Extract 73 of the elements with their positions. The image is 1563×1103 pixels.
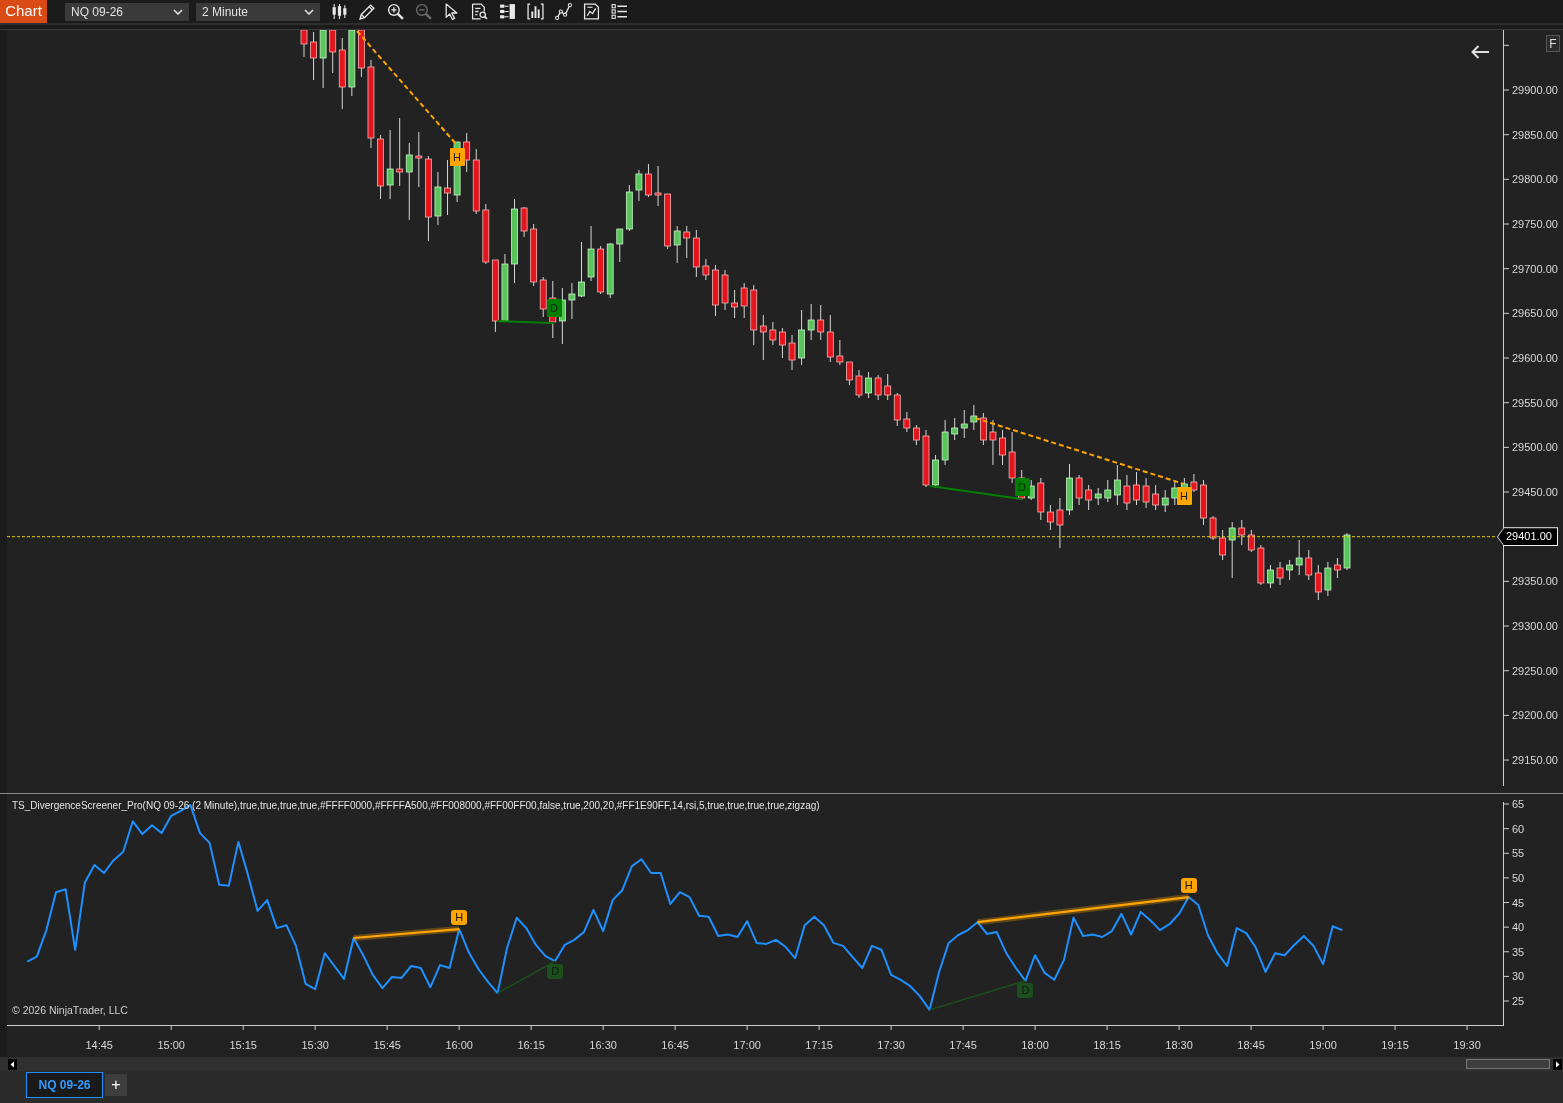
- time-label: 15:15: [229, 1038, 257, 1052]
- time-label: 17:30: [877, 1038, 905, 1052]
- scrollbar-track[interactable]: [0, 1057, 1563, 1071]
- indicator-axis-label: 35: [1512, 944, 1525, 959]
- price-label: 29900.00: [1512, 83, 1558, 97]
- bar-chart-icon[interactable]: [527, 3, 544, 20]
- zoom-in-icon[interactable]: [387, 3, 404, 20]
- indicator-axis-label: 65: [1512, 797, 1525, 811]
- time-label: 15:45: [373, 1038, 401, 1052]
- document-search-icon[interactable]: [471, 3, 488, 20]
- scale-toggle-button[interactable]: F: [1546, 35, 1560, 52]
- candlestick-icon[interactable]: [331, 3, 348, 20]
- scroll-right-icon[interactable]: [1553, 1058, 1562, 1070]
- time-label: 18:15: [1093, 1038, 1121, 1052]
- price-label: 29350.00: [1512, 574, 1558, 589]
- time-label: 15:30: [301, 1038, 329, 1052]
- indicator-axis-label: 55: [1512, 846, 1525, 861]
- indicator-title: TS_DivergenceScreener_Pro(NQ 09-26 (2 Minute),true,true,true,true,#FFFF0000,#FFFFA500,#FF008000,#FF00FF00,false,true,200,20,#FF1E90FF,14,rsi,5,true,true,true,true,zigzag): [12, 799, 820, 812]
- scroll-left-icon[interactable]: [8, 1058, 17, 1070]
- last-price-label: 29401.00: [1497, 527, 1558, 547]
- price-label: 29800.00: [1512, 172, 1558, 187]
- interval-dropdown[interactable]: 2 Minute: [196, 2, 320, 21]
- time-label: 18:00: [1021, 1038, 1049, 1052]
- scrollbar-thumb[interactable]: [1466, 1059, 1550, 1069]
- divergence-marker: H: [1180, 877, 1197, 893]
- chart-title: Chart: [0, 0, 47, 23]
- price-label: 29250.00: [1512, 663, 1558, 678]
- time-label: 16:30: [589, 1038, 617, 1052]
- instrument-dropdown[interactable]: NQ 09-26: [65, 2, 189, 21]
- pencil-icon[interactable]: [359, 3, 376, 20]
- time-label: 19:30: [1453, 1038, 1481, 1052]
- layout-icon[interactable]: [499, 3, 516, 20]
- price-label: 29700.00: [1512, 261, 1558, 276]
- price-label: 29650.00: [1512, 306, 1558, 321]
- time-label: 16:15: [517, 1038, 545, 1052]
- indicator-axis-label: 60: [1512, 821, 1525, 836]
- price-label: 29150.00: [1512, 753, 1558, 768]
- time-label: 19:15: [1381, 1038, 1409, 1052]
- time-label: 17:45: [949, 1038, 977, 1052]
- price-label: 29300.00: [1512, 619, 1558, 634]
- time-label: 16:45: [661, 1038, 689, 1052]
- time-label: 14:45: [85, 1038, 113, 1052]
- indicator-axis-label: 30: [1512, 969, 1525, 984]
- indicator-axis-label: 40: [1512, 920, 1525, 935]
- price-label: 29500.00: [1512, 440, 1558, 455]
- time-label: 16:00: [445, 1038, 473, 1052]
- new-tab-button[interactable]: +: [105, 1074, 127, 1096]
- price-label: 29200.00: [1512, 708, 1558, 723]
- price-label: 29850.00: [1512, 127, 1558, 142]
- time-label: 17:15: [805, 1038, 833, 1052]
- pointer-icon[interactable]: [443, 3, 460, 20]
- indicator-axis-label: 50: [1512, 870, 1525, 885]
- time-label: 19:00: [1309, 1038, 1337, 1052]
- time-label: 18:45: [1237, 1038, 1265, 1052]
- chevron-down-icon: [173, 8, 183, 15]
- zoom-out-icon[interactable]: [415, 3, 432, 20]
- back-arrow-icon[interactable]: [1470, 45, 1490, 59]
- chart-tab[interactable]: NQ 09-26: [26, 1072, 103, 1098]
- divergence-marker: H: [451, 909, 468, 925]
- list-icon[interactable]: [611, 3, 628, 20]
- time-label: 15:00: [157, 1038, 185, 1052]
- copyright-text: © 2026 NinjaTrader, LLC: [12, 1004, 128, 1017]
- price-label: 29600.00: [1512, 351, 1558, 365]
- price-label: 29550.00: [1512, 395, 1558, 410]
- indicator-axis-label: 25: [1512, 994, 1525, 1008]
- chevron-down-icon: [304, 8, 314, 15]
- indicator-axis-label: 45: [1512, 895, 1525, 910]
- document-chart-icon[interactable]: [583, 3, 600, 20]
- price-label: 29750.00: [1512, 217, 1558, 231]
- line-chart-icon[interactable]: [555, 3, 572, 20]
- time-label: 18:30: [1165, 1038, 1193, 1052]
- price-label: 29450.00: [1512, 485, 1558, 499]
- time-label: 17:00: [733, 1038, 761, 1052]
